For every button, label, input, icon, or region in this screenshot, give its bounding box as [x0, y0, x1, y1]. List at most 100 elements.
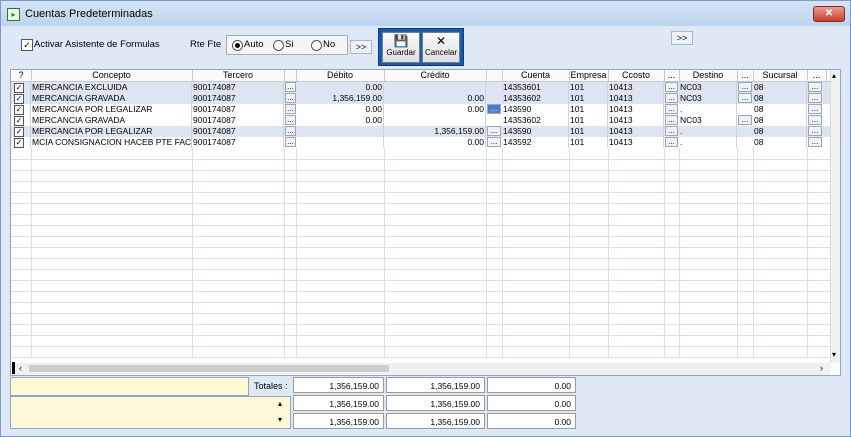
- row-checkbox[interactable]: ✓: [14, 127, 24, 137]
- empresa-cell[interactable]: 101: [569, 126, 608, 137]
- destino-cell[interactable]: NC03: [679, 115, 737, 126]
- sucursal-cell[interactable]: 08: [753, 82, 807, 93]
- row-checkbox[interactable]: ✓: [14, 105, 24, 115]
- ccosto-cell[interactable]: 10413: [608, 126, 664, 137]
- row-checkbox[interactable]: ✓: [14, 94, 24, 104]
- sucursal-cell[interactable]: 08: [753, 93, 807, 104]
- concepto-cell[interactable]: MERCANCIA POR LEGALIZAR: [31, 104, 192, 115]
- concepto-cell[interactable]: MCIA CONSIGNACION HACEB PTE FAC: [31, 137, 192, 148]
- ccosto-lookup-button[interactable]: ...: [665, 82, 678, 92]
- credito-cell[interactable]: 0.00: [384, 93, 486, 104]
- tercero-cell[interactable]: 900174087: [192, 93, 284, 104]
- row-checkbox[interactable]: ✓: [14, 83, 24, 93]
- cuenta-cell[interactable]: 14353602: [502, 93, 569, 104]
- textarea-up-icon[interactable]: ▴: [278, 399, 282, 408]
- table-row[interactable]: ✓ MERCANCIA POR LEGALIZAR 900174087... 0.00…: [11, 104, 830, 115]
- empresa-cell[interactable]: 101: [569, 115, 608, 126]
- radio-si[interactable]: [273, 40, 284, 51]
- table-row[interactable]: ✓ MCIA CONSIGNACION HACEB PTE FAC 90017408…: [11, 137, 830, 148]
- cuenta-cell[interactable]: 14353601: [502, 82, 569, 93]
- concepto-cell[interactable]: MERCANCIA EXCLUIDA: [31, 82, 192, 93]
- sucursal-cell[interactable]: 08: [753, 137, 807, 148]
- table-row[interactable]: ✓ MERCANCIA GRAVADA 900174087... 1,356,159.…: [11, 93, 830, 104]
- sucursal-lookup-button[interactable]: ...: [808, 137, 822, 147]
- table-row[interactable]: ✓ MERCANCIA GRAVADA 900174087... 0.00 143536…: [11, 115, 830, 126]
- scroll-up-icon[interactable]: ▴: [832, 71, 836, 80]
- tercero-cell[interactable]: 900174087: [192, 115, 284, 126]
- credito-cell[interactable]: [384, 115, 486, 126]
- debito-cell[interactable]: [296, 126, 384, 137]
- tercero-lookup-button[interactable]: ...: [285, 82, 296, 92]
- row-checkbox[interactable]: ✓: [14, 116, 24, 126]
- tercero-lookup-button[interactable]: ...: [285, 93, 296, 103]
- ccosto-cell[interactable]: 10413: [608, 104, 664, 115]
- ccosto-lookup-button[interactable]: ...: [665, 93, 678, 103]
- guardar-button[interactable]: 💾 Guardar: [382, 32, 420, 63]
- sucursal-lookup-button[interactable]: ...: [808, 104, 822, 114]
- destino-cell[interactable]: .: [679, 126, 737, 137]
- vertical-scrollbar[interactable]: ▴ ▾: [830, 70, 840, 363]
- cuenta-cell[interactable]: 143590: [502, 104, 569, 115]
- note-textarea[interactable]: [10, 396, 291, 429]
- sucursal-lookup-button[interactable]: ...: [808, 93, 822, 103]
- table-row[interactable]: ✓ MERCANCIA POR LEGALIZAR 900174087... 1,35…: [11, 126, 830, 137]
- credito-cell[interactable]: [384, 82, 486, 93]
- more-options-right-button[interactable]: >>: [671, 31, 693, 45]
- empresa-cell[interactable]: 101: [569, 104, 608, 115]
- sucursal-lookup-button[interactable]: ...: [808, 126, 822, 136]
- debito-cell[interactable]: 0.00: [296, 115, 384, 126]
- credito-lookup-button[interactable]: ...: [487, 126, 501, 136]
- destino-cell[interactable]: .: [679, 104, 737, 115]
- tercero-cell[interactable]: 900174087: [192, 126, 284, 137]
- scroll-right-icon[interactable]: ›: [820, 363, 823, 373]
- destino-lookup-button[interactable]: ...: [738, 93, 752, 103]
- concepto-cell[interactable]: MERCANCIA POR LEGALIZAR: [31, 126, 192, 137]
- more-options-button[interactable]: >>: [350, 40, 372, 54]
- destino-lookup-button[interactable]: ...: [738, 82, 752, 92]
- table-row[interactable]: ✓ MERCANCIA EXCLUIDA 900174087... 0.00 14353…: [11, 82, 830, 93]
- scroll-down-icon[interactable]: ▾: [832, 350, 836, 359]
- ccosto-cell[interactable]: 10413: [608, 93, 664, 104]
- asistente-checkbox[interactable]: ✓: [21, 39, 33, 51]
- scroll-thumb[interactable]: [29, 365, 389, 372]
- empresa-cell[interactable]: 101: [569, 82, 608, 93]
- credito-lookup-button[interactable]: ...: [487, 137, 501, 147]
- note-input[interactable]: [10, 377, 249, 396]
- cuenta-cell[interactable]: 14353602: [502, 115, 569, 126]
- sucursal-cell[interactable]: 08: [753, 115, 807, 126]
- sucursal-lookup-button[interactable]: ...: [808, 82, 822, 92]
- credito-lookup-button[interactable]: ...: [487, 104, 501, 114]
- tercero-lookup-button[interactable]: ...: [285, 104, 296, 114]
- ccosto-lookup-button[interactable]: ...: [665, 115, 678, 125]
- credito-cell[interactable]: 0.00: [384, 137, 486, 148]
- destino-lookup-button[interactable]: ...: [738, 115, 752, 125]
- tercero-cell[interactable]: 900174087: [192, 104, 284, 115]
- credito-cell[interactable]: 1,356,159.00: [384, 126, 486, 137]
- cuenta-cell[interactable]: 143590: [502, 126, 569, 137]
- tercero-cell[interactable]: 900174087: [192, 82, 284, 93]
- ccosto-lookup-button[interactable]: ...: [665, 137, 678, 147]
- sucursal-lookup-button[interactable]: ...: [808, 115, 822, 125]
- debito-cell[interactable]: [296, 137, 384, 148]
- credito-cell[interactable]: 0.00: [384, 104, 486, 115]
- ccosto-cell[interactable]: 10413: [608, 115, 664, 126]
- radio-no[interactable]: [311, 40, 322, 51]
- debito-cell[interactable]: 0.00: [296, 104, 384, 115]
- horizontal-scrollbar[interactable]: ‹ ›: [11, 362, 830, 375]
- scroll-left-icon[interactable]: ‹: [19, 363, 22, 373]
- cuenta-cell[interactable]: 143592: [502, 137, 569, 148]
- tercero-lookup-button[interactable]: ...: [285, 137, 296, 147]
- textarea-down-icon[interactable]: ▾: [278, 415, 282, 424]
- empresa-cell[interactable]: 101: [569, 137, 608, 148]
- cancelar-button[interactable]: ✕ Cancelar: [422, 32, 460, 63]
- tercero-lookup-button[interactable]: ...: [285, 126, 296, 136]
- ccosto-lookup-button[interactable]: ...: [665, 104, 678, 114]
- destino-cell[interactable]: NC03: [679, 93, 737, 104]
- sucursal-cell[interactable]: 08: [753, 104, 807, 115]
- ccosto-lookup-button[interactable]: ...: [665, 126, 678, 136]
- empresa-cell[interactable]: 101: [569, 93, 608, 104]
- sucursal-cell[interactable]: 08: [753, 126, 807, 137]
- ccosto-cell[interactable]: 10413: [608, 82, 664, 93]
- concepto-cell[interactable]: MERCANCIA GRAVADA: [31, 93, 192, 104]
- close-button[interactable]: ✕: [813, 6, 845, 22]
